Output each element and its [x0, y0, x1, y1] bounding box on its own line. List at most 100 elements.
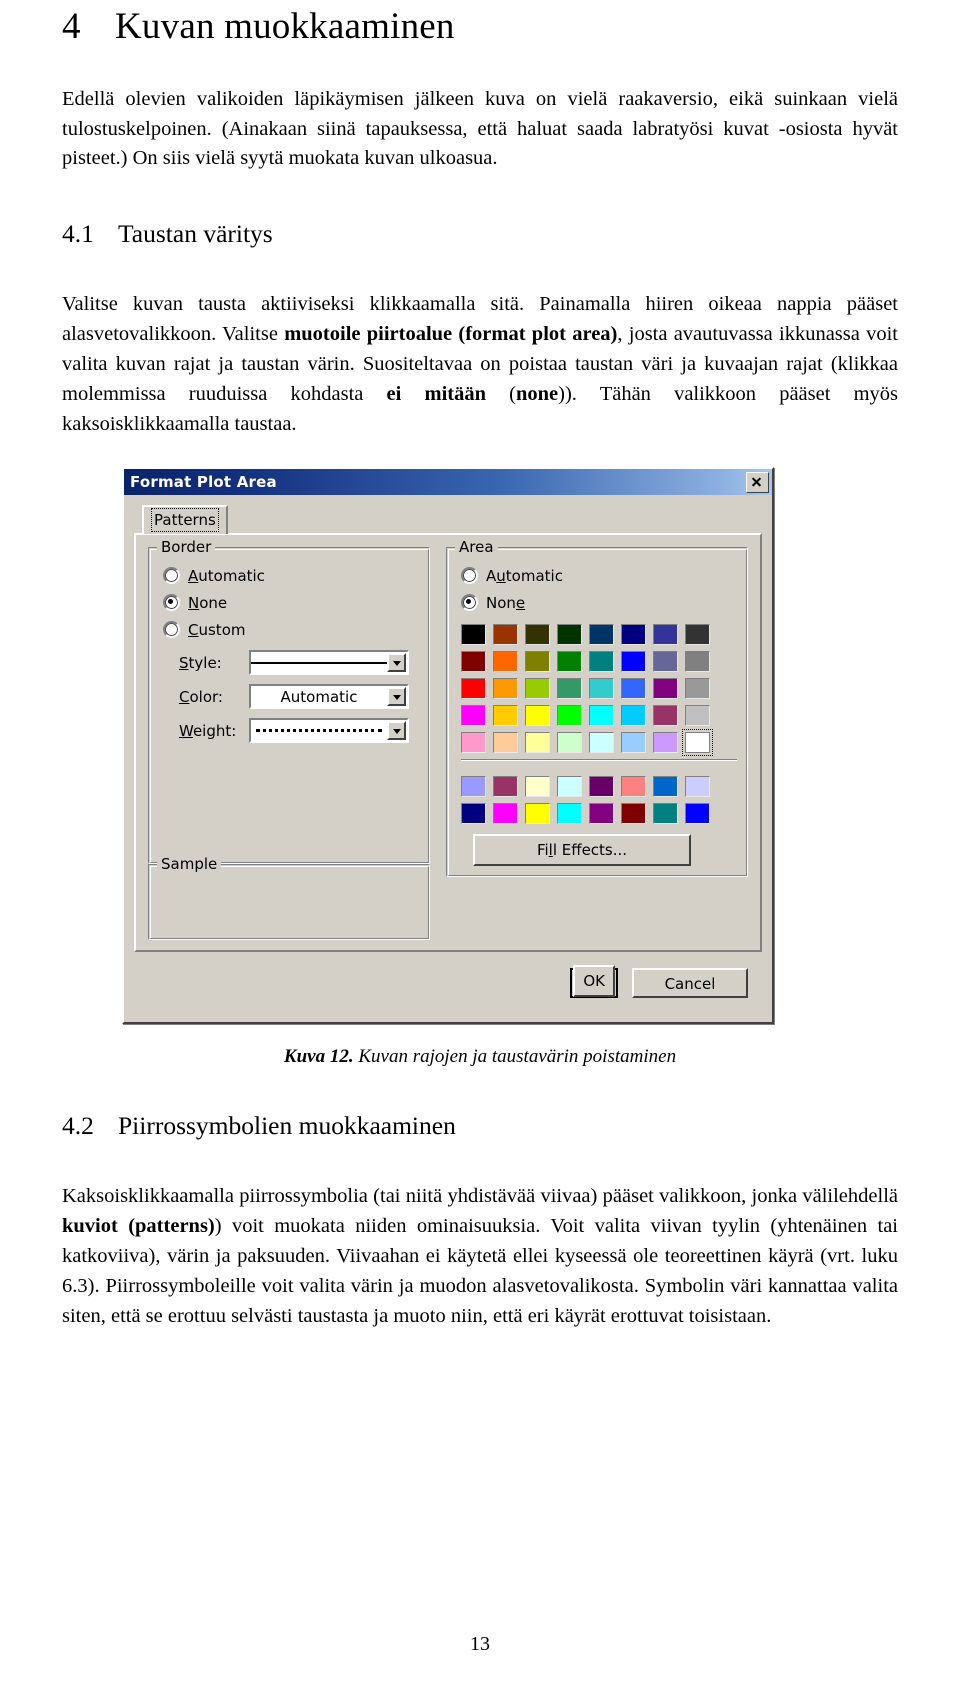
color-swatch[interactable]	[589, 624, 614, 646]
border-radio-none[interactable]: None	[163, 591, 419, 614]
radio-icon-selected[interactable]	[163, 594, 180, 612]
chapter-heading: 4 Kuvan muokkaaminen	[62, 0, 898, 47]
color-swatch[interactable]	[525, 651, 550, 673]
tab-patterns[interactable]: Patterns	[142, 505, 228, 535]
border-style-label: Style:	[179, 653, 222, 672]
color-swatch[interactable]	[525, 732, 550, 754]
ok-button-default-frame: OK	[570, 965, 618, 999]
color-swatch[interactable]	[557, 678, 582, 700]
chevron-down-icon[interactable]	[387, 653, 406, 673]
color-swatch[interactable]	[653, 803, 678, 825]
area-group: Area Automatic None Fill Effects...	[446, 538, 748, 878]
figure-caption-label: Kuva 12.	[283, 1046, 354, 1068]
color-swatch[interactable]	[461, 678, 486, 700]
color-swatch[interactable]	[461, 705, 486, 727]
color-swatch[interactable]	[461, 803, 486, 825]
color-swatch[interactable]	[685, 776, 710, 798]
tab-panel-patterns: Border Automatic None Custom Style: Colo…	[134, 533, 762, 953]
left-column: Border Automatic None Custom Style: Colo…	[148, 538, 430, 941]
color-swatch[interactable]	[621, 705, 646, 727]
color-swatch[interactable]	[621, 678, 646, 700]
document-page: 4 Kuvan muokkaaminen Edellä olevien valik…	[0, 0, 960, 1682]
plain-text: (	[486, 382, 516, 405]
color-swatch[interactable]	[621, 732, 646, 754]
radio-icon[interactable]	[163, 621, 180, 639]
sample-group: Sample	[148, 855, 430, 941]
color-swatch[interactable]	[621, 624, 646, 646]
color-swatch[interactable]	[685, 705, 710, 727]
color-swatch[interactable]	[653, 705, 678, 727]
border-style-combo[interactable]	[249, 650, 409, 676]
radio-icon[interactable]	[163, 567, 180, 585]
color-swatch[interactable]	[557, 705, 582, 727]
area-radio-automatic[interactable]: Automatic	[461, 564, 737, 587]
color-swatch[interactable]	[557, 776, 582, 798]
color-swatch[interactable]	[685, 678, 710, 700]
dialog-titlebar: Format Plot Area	[124, 469, 772, 496]
color-swatch[interactable]	[493, 678, 518, 700]
border-weight-value	[251, 720, 387, 741]
color-swatch[interactable]	[493, 776, 518, 798]
border-color-value: Automatic	[280, 687, 358, 706]
color-swatch[interactable]	[621, 803, 646, 825]
emphasis-text: none	[515, 382, 559, 405]
area-group-legend: Area	[455, 538, 498, 557]
border-style-row: Style:	[163, 650, 419, 676]
color-swatch[interactable]	[589, 732, 614, 754]
color-swatch[interactable]	[525, 803, 550, 825]
color-swatch[interactable]	[621, 651, 646, 673]
color-swatch[interactable]	[653, 732, 678, 754]
radio-icon[interactable]	[461, 567, 478, 585]
chevron-down-icon[interactable]	[387, 721, 406, 741]
border-color-combo[interactable]: Automatic	[249, 684, 409, 710]
color-swatch[interactable]	[589, 651, 614, 673]
color-swatch[interactable]	[557, 651, 582, 673]
color-swatch[interactable]	[461, 776, 486, 798]
chevron-down-icon[interactable]	[387, 687, 406, 707]
color-swatch[interactable]	[493, 705, 518, 727]
color-swatch[interactable]	[653, 651, 678, 673]
area-radio-none-label: None	[486, 593, 526, 612]
figure-caption: Kuva 12. Kuvan rajojen ja taustavärin po…	[62, 1024, 898, 1068]
color-swatch[interactable]	[653, 776, 678, 798]
color-swatch[interactable]	[653, 678, 678, 700]
color-swatch[interactable]	[525, 705, 550, 727]
color-swatch[interactable]	[493, 803, 518, 825]
solid-line-icon	[251, 661, 387, 664]
radio-icon-selected[interactable]	[461, 594, 478, 612]
border-weight-combo[interactable]	[249, 718, 409, 744]
color-swatch[interactable]	[557, 803, 582, 825]
cancel-button[interactable]: Cancel	[632, 968, 748, 999]
border-radio-automatic[interactable]: Automatic	[163, 564, 419, 587]
color-swatch[interactable]	[685, 651, 710, 673]
color-swatch[interactable]	[525, 624, 550, 646]
section-heading-41: 4.1 Taustan väritys	[62, 220, 898, 248]
section-heading-42: 4.2 Piirrossymbolien muokkaaminen	[62, 1112, 898, 1140]
color-swatch[interactable]	[525, 776, 550, 798]
color-swatch[interactable]	[461, 624, 486, 646]
color-swatch[interactable]	[493, 651, 518, 673]
color-swatch[interactable]	[493, 624, 518, 646]
dotted-line-icon	[256, 729, 382, 733]
color-swatch[interactable]	[493, 732, 518, 754]
fill-effects-button[interactable]: Fill Effects...	[473, 834, 691, 867]
color-swatch[interactable]	[682, 729, 713, 757]
area-radio-none[interactable]: None	[461, 591, 737, 614]
color-swatch[interactable]	[589, 678, 614, 700]
color-swatch[interactable]	[557, 624, 582, 646]
color-swatch[interactable]	[685, 803, 710, 825]
color-swatch[interactable]	[461, 732, 486, 754]
color-swatch[interactable]	[525, 678, 550, 700]
color-swatch[interactable]	[685, 624, 710, 646]
ok-button[interactable]: OK	[573, 965, 615, 998]
color-swatch[interactable]	[461, 651, 486, 673]
color-swatch[interactable]	[653, 624, 678, 646]
close-icon[interactable]	[746, 471, 769, 493]
section-41-paragraph: Valitse kuvan tausta aktiiviseksi klikka…	[62, 290, 898, 439]
color-swatch[interactable]	[589, 705, 614, 727]
color-swatch[interactable]	[557, 732, 582, 754]
border-radio-custom[interactable]: Custom	[163, 618, 419, 641]
color-swatch[interactable]	[589, 803, 614, 825]
color-swatch[interactable]	[621, 776, 646, 798]
color-swatch[interactable]	[589, 776, 614, 798]
